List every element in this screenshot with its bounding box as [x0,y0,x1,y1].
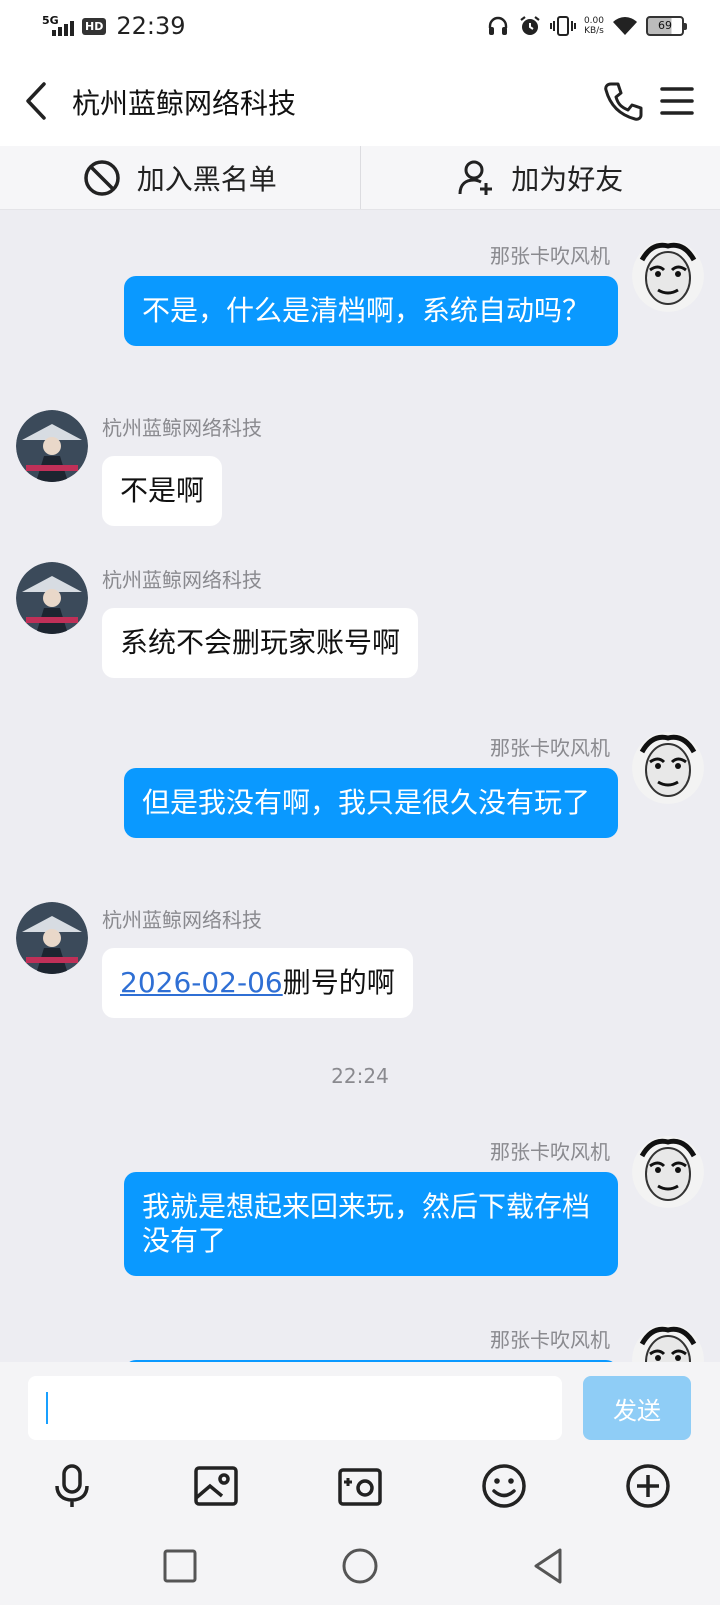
add-user-icon [458,160,493,195]
add-friend-label: 加为好友 [511,162,624,196]
block-button[interactable]: 加入黑名单 [0,146,360,209]
hd-badge: HD [82,17,107,35]
recents-icon[interactable] [158,1544,202,1588]
avatar[interactable] [632,1136,704,1208]
vibrate-icon [549,14,576,38]
message-bubble[interactable]: 2026-02-06删号的啊 [102,948,413,1018]
block-label: 加入黑名单 [136,162,277,196]
headphones-icon [486,14,510,38]
network-speed: 0.00 KB/s [583,16,604,36]
chat-title: 杭州蓝鲸网络科技 [72,87,297,120]
action-bar: 加入黑名单 加为好友 [0,146,720,210]
message-bubble[interactable]: 不是，什么是清档啊，系统自动吗？ [124,276,618,346]
sender-name: 杭州蓝鲸网络科技 [102,568,262,592]
sender-name: 那张卡吹风机 [490,1328,610,1352]
title-bar: 杭州蓝鲸网络科技 [0,56,720,146]
battery-icon: 69 [646,16,687,36]
system-nav-bar [0,1544,720,1604]
image-icon[interactable] [192,1462,240,1510]
block-icon [83,159,120,196]
avatar[interactable] [632,732,704,804]
message-bubble[interactable]: 系统不会删玩家账号啊 [102,608,419,678]
send-button[interactable]: 发送 [583,1376,691,1440]
sender-name: 那张卡吹风机 [490,1140,610,1164]
microphone-icon[interactable] [48,1462,96,1510]
message-input[interactable] [28,1376,562,1440]
message-bubble[interactable]: 不是啊 [102,456,223,526]
message-bubble[interactable]: 我就是想起来回来玩，然后下载存档没有了 [124,1172,618,1276]
avatar[interactable] [632,240,704,312]
message-bubble[interactable]: 但是我没有啊，我只是很久没有玩了 [124,768,618,838]
emoji-icon[interactable] [480,1462,528,1510]
back-arrow-icon [26,82,46,120]
home-icon[interactable] [338,1544,382,1588]
sender-name: 杭州蓝鲸网络科技 [102,908,262,932]
message-text: 删号的啊 [282,966,395,999]
call-button[interactable] [602,80,644,122]
phone-icon [604,82,643,121]
avatar[interactable] [16,410,88,482]
back-nav-icon[interactable] [526,1544,570,1588]
add-friend-button[interactable]: 加为好友 [361,146,720,209]
alarm-icon [518,14,542,38]
time-separator: 22:24 [331,1064,389,1088]
signal-icon: 5G [40,13,76,39]
plus-icon[interactable] [624,1462,672,1510]
sender-name: 那张卡吹风机 [490,244,610,268]
composer: 发送 [0,1362,720,1605]
chat-area[interactable]: 那张卡吹风机 不是，什么是清档啊，系统自动吗？ 杭州蓝鲸网络科技 不是啊 杭州蓝… [0,210,720,1362]
hamburger-icon [660,87,694,115]
clock: 22:39 [116,12,186,40]
back-button[interactable] [18,78,58,124]
status-bar: 5G HD 22:39 0.00 KB/s 69 [0,0,720,56]
avatar[interactable] [632,1324,704,1362]
sender-name: 杭州蓝鲸网络科技 [102,416,262,440]
sender-name: 那张卡吹风机 [490,736,610,760]
toolbar [0,1462,720,1534]
battery-level: 69 [658,19,672,32]
wifi-icon [612,15,638,37]
camera-icon[interactable] [336,1462,384,1510]
text-caret [46,1392,48,1424]
avatar[interactable] [16,562,88,634]
avatar[interactable] [16,902,88,974]
date-link[interactable]: 2026-02-06 [120,966,283,999]
more-menu-button[interactable] [660,82,694,120]
